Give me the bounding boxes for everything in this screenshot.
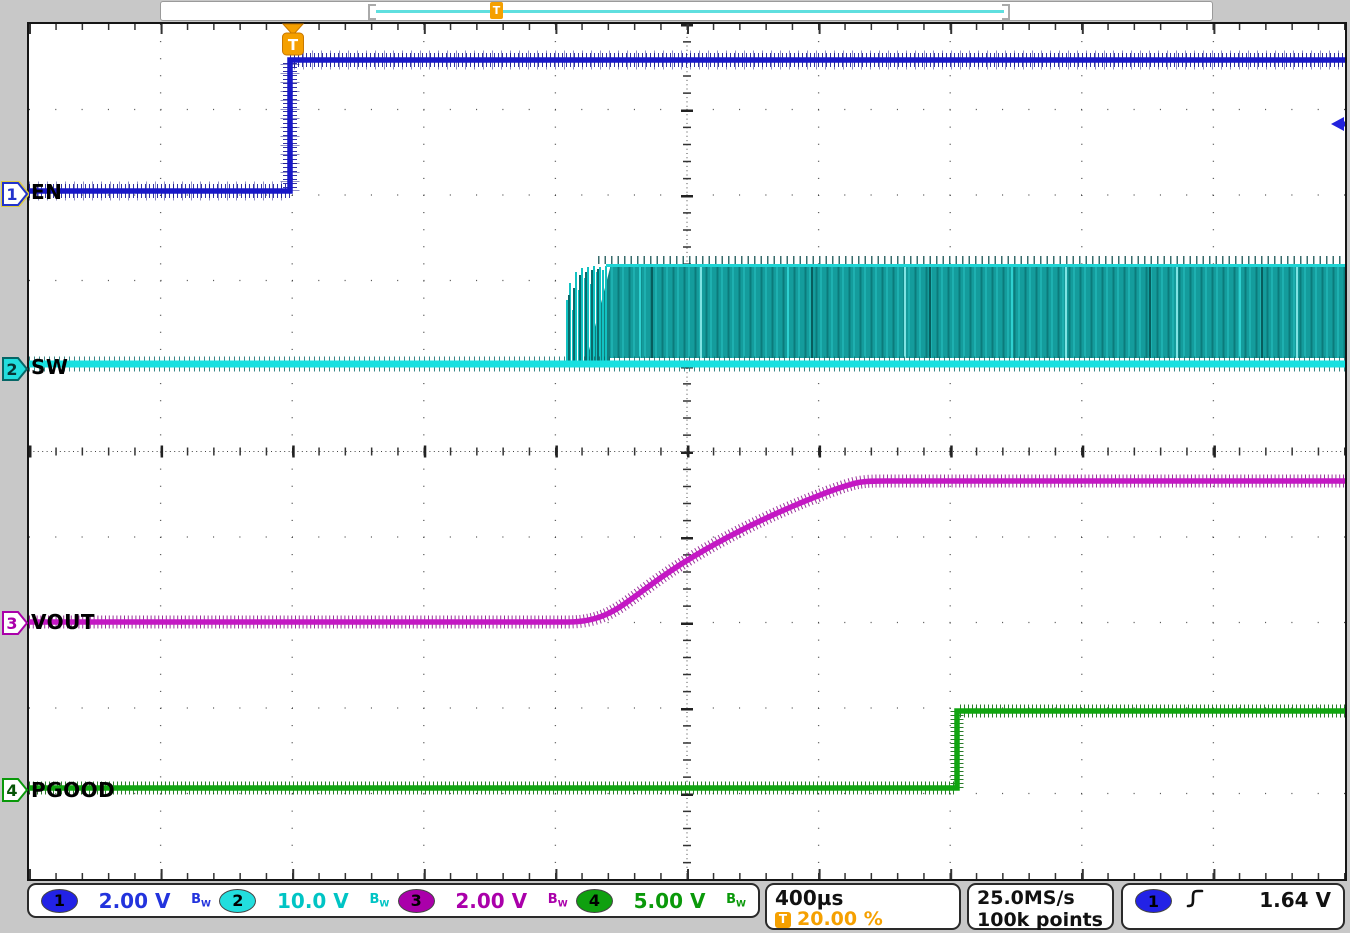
sample-rate: 25.0MS/s: [977, 887, 1104, 909]
ch1-readout[interactable]: 1 2.00 V BW: [41, 889, 211, 913]
ch3-position-marker[interactable]: 3: [1, 610, 29, 636]
oscilloscope-screen: T: [0, 0, 1350, 933]
trace-label-vout: VOUT: [31, 610, 95, 634]
timebase-value: 400µs: [775, 887, 951, 909]
trigger-position-t-icon: T: [775, 912, 791, 928]
ch4-position-marker[interactable]: 4: [1, 777, 29, 803]
rising-edge-icon: [1186, 888, 1204, 910]
ch2-bandwidth-badge: BW: [369, 892, 389, 910]
acquisition-readout-box[interactable]: 25.0MS/s 100k points: [967, 883, 1114, 930]
ch1-scale: 2.00 V: [87, 889, 183, 913]
trace-label-en: EN: [31, 180, 62, 204]
ch2-readout[interactable]: 2 10.0 V BW: [219, 889, 389, 913]
ch4-marker-number: 4: [6, 781, 17, 800]
ch3-bandwidth-badge: BW: [548, 892, 568, 910]
ch3-badge[interactable]: 3: [398, 889, 435, 913]
ch2-badge[interactable]: 2: [219, 889, 256, 913]
ch1-position-marker[interactable]: 1: [1, 181, 29, 207]
record-waveform-line: [376, 10, 1004, 13]
graticule: [27, 22, 1347, 881]
ch2-marker-number: 2: [6, 360, 17, 379]
ch3-readout[interactable]: 3 2.00 V BW: [398, 889, 568, 913]
trigger-position-value: 20.00 %: [797, 909, 883, 930]
channel-readout-box: 1 2.00 V BW 2 10.0 V BW 3 2.00 V BW 4 5.…: [27, 883, 760, 918]
record-length: 100k points: [977, 909, 1104, 931]
ch3-marker-number: 3: [6, 614, 17, 633]
trigger-readout-box[interactable]: 1 1.64 V: [1121, 883, 1345, 930]
trigger-source-badge[interactable]: 1: [1135, 889, 1172, 913]
ch1-marker-number: 1: [6, 185, 17, 204]
ch1-bandwidth-badge: BW: [191, 892, 211, 910]
trace-label-sw: SW: [31, 355, 68, 379]
window-bracket-left[interactable]: [368, 4, 376, 20]
record-view-bar: T: [160, 1, 1213, 21]
ch4-scale: 5.00 V: [622, 889, 718, 913]
ch2-scale: 10.0 V: [265, 889, 361, 913]
ch2-position-marker[interactable]: 2: [1, 356, 29, 382]
ch4-badge[interactable]: 4: [576, 889, 613, 913]
record-trigger-marker[interactable]: T: [490, 2, 503, 19]
trace-label-pgood: PGOOD: [31, 778, 115, 802]
ch4-readout[interactable]: 4 5.00 V BW: [576, 889, 746, 913]
ch4-bandwidth-badge: BW: [726, 892, 746, 910]
ch3-scale: 2.00 V: [443, 889, 539, 913]
horizontal-readout-box[interactable]: 400µs T 20.00 %: [765, 883, 961, 930]
trigger-level-value: 1.64 V: [1259, 888, 1331, 912]
ch1-badge[interactable]: 1: [41, 889, 78, 913]
